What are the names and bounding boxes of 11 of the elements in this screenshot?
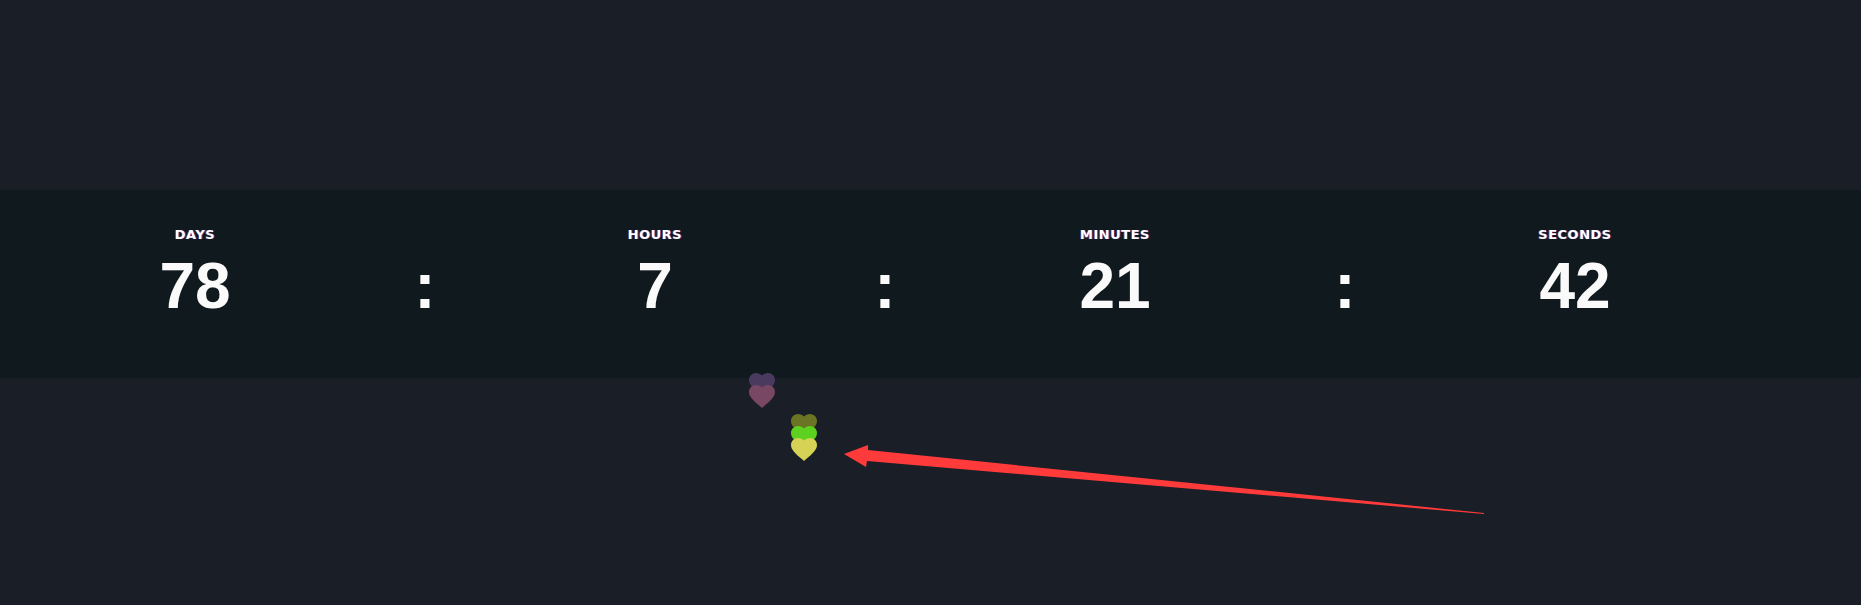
- countdown-value: 7: [637, 254, 673, 318]
- colon-separator: :: [1334, 254, 1356, 318]
- colon-separator: :: [874, 254, 896, 318]
- countdown-label: SECONDS: [1538, 227, 1612, 243]
- countdown-label: MINUTES: [1080, 227, 1150, 243]
- countdown-label: HOURS: [627, 227, 683, 243]
- countdown-value: 78: [159, 254, 231, 318]
- countdown-value: 21: [1079, 254, 1151, 318]
- countdown-label: DAYS: [174, 227, 216, 243]
- countdown-value: 42: [1539, 254, 1611, 318]
- colon-separator: :: [414, 254, 436, 318]
